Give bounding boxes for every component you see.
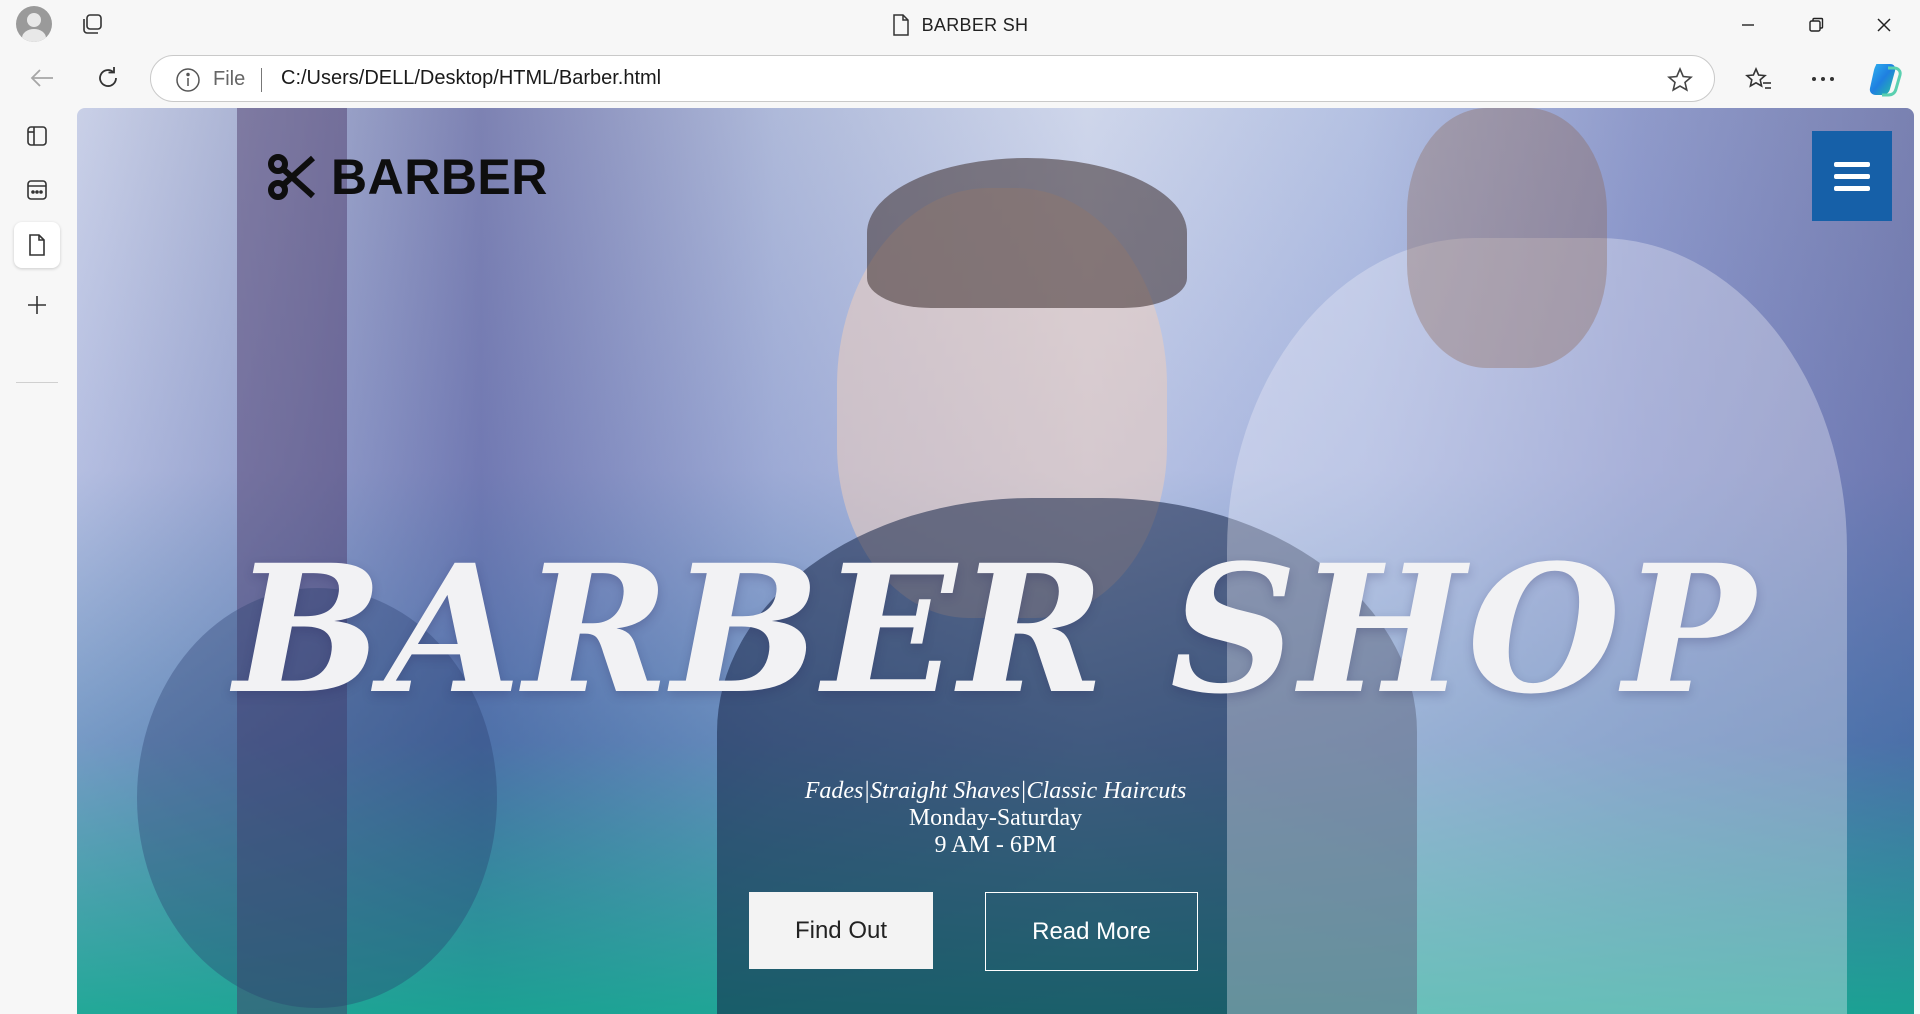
more-dots-icon[interactable] xyxy=(1802,58,1844,100)
services-tagline: Fades|Straight Shaves|Classic Haircuts xyxy=(804,778,1187,804)
window-title: BARBER SH xyxy=(921,14,1029,35)
scissors-icon xyxy=(267,152,317,202)
copilot-icon[interactable] xyxy=(1866,60,1904,98)
menu-bar xyxy=(1834,185,1870,191)
menu-bar xyxy=(1834,161,1870,167)
favorites-list-icon[interactable] xyxy=(1738,58,1780,100)
refresh-button[interactable] xyxy=(88,58,128,98)
sidebar-divider xyxy=(16,382,58,383)
customer-hair-shape xyxy=(867,158,1187,308)
address-bar[interactable]: File C:/Users/DELL/Desktop/HTML/Barber.h… xyxy=(150,55,1715,102)
barber-hair-shape xyxy=(1407,108,1607,368)
brand-name: BARBER xyxy=(331,149,548,205)
browser-sidebar xyxy=(0,108,76,1014)
read-more-button[interactable]: Read More xyxy=(985,892,1198,971)
protocol-label: File xyxy=(213,68,246,90)
add-icon[interactable] xyxy=(14,282,60,328)
brand-logo[interactable]: BARBER xyxy=(267,148,548,206)
window-title-area: BARBER SH xyxy=(0,10,1920,40)
back-button[interactable] xyxy=(22,58,62,98)
vertical-tabs-icon[interactable] xyxy=(14,113,60,159)
minimize-button[interactable] xyxy=(1726,8,1770,42)
hero-title: BARBER SHOP xyxy=(233,526,1758,733)
collections-icon[interactable] xyxy=(14,167,60,213)
close-button[interactable] xyxy=(1862,8,1906,42)
find-out-button[interactable]: Find Out xyxy=(749,892,933,969)
url-text[interactable]: C:/Users/DELL/Desktop/HTML/Barber.html xyxy=(281,67,661,90)
hamburger-menu-button[interactable] xyxy=(1812,131,1892,221)
restore-button[interactable] xyxy=(1794,8,1838,42)
browser-title-bar: BARBER SH xyxy=(0,0,1920,49)
opening-hours: 9 AM - 6PM xyxy=(934,832,1057,858)
document-icon xyxy=(892,14,910,36)
opening-days: Monday-Saturday xyxy=(908,805,1083,831)
star-icon[interactable] xyxy=(1666,66,1694,94)
page-viewport: BARBER BARBER SHOP Fades|Straight Shaves… xyxy=(77,108,1914,1014)
info-icon[interactable] xyxy=(175,67,201,93)
address-separator xyxy=(261,68,262,92)
menu-bar xyxy=(1834,173,1870,179)
document-icon[interactable] xyxy=(14,222,60,268)
